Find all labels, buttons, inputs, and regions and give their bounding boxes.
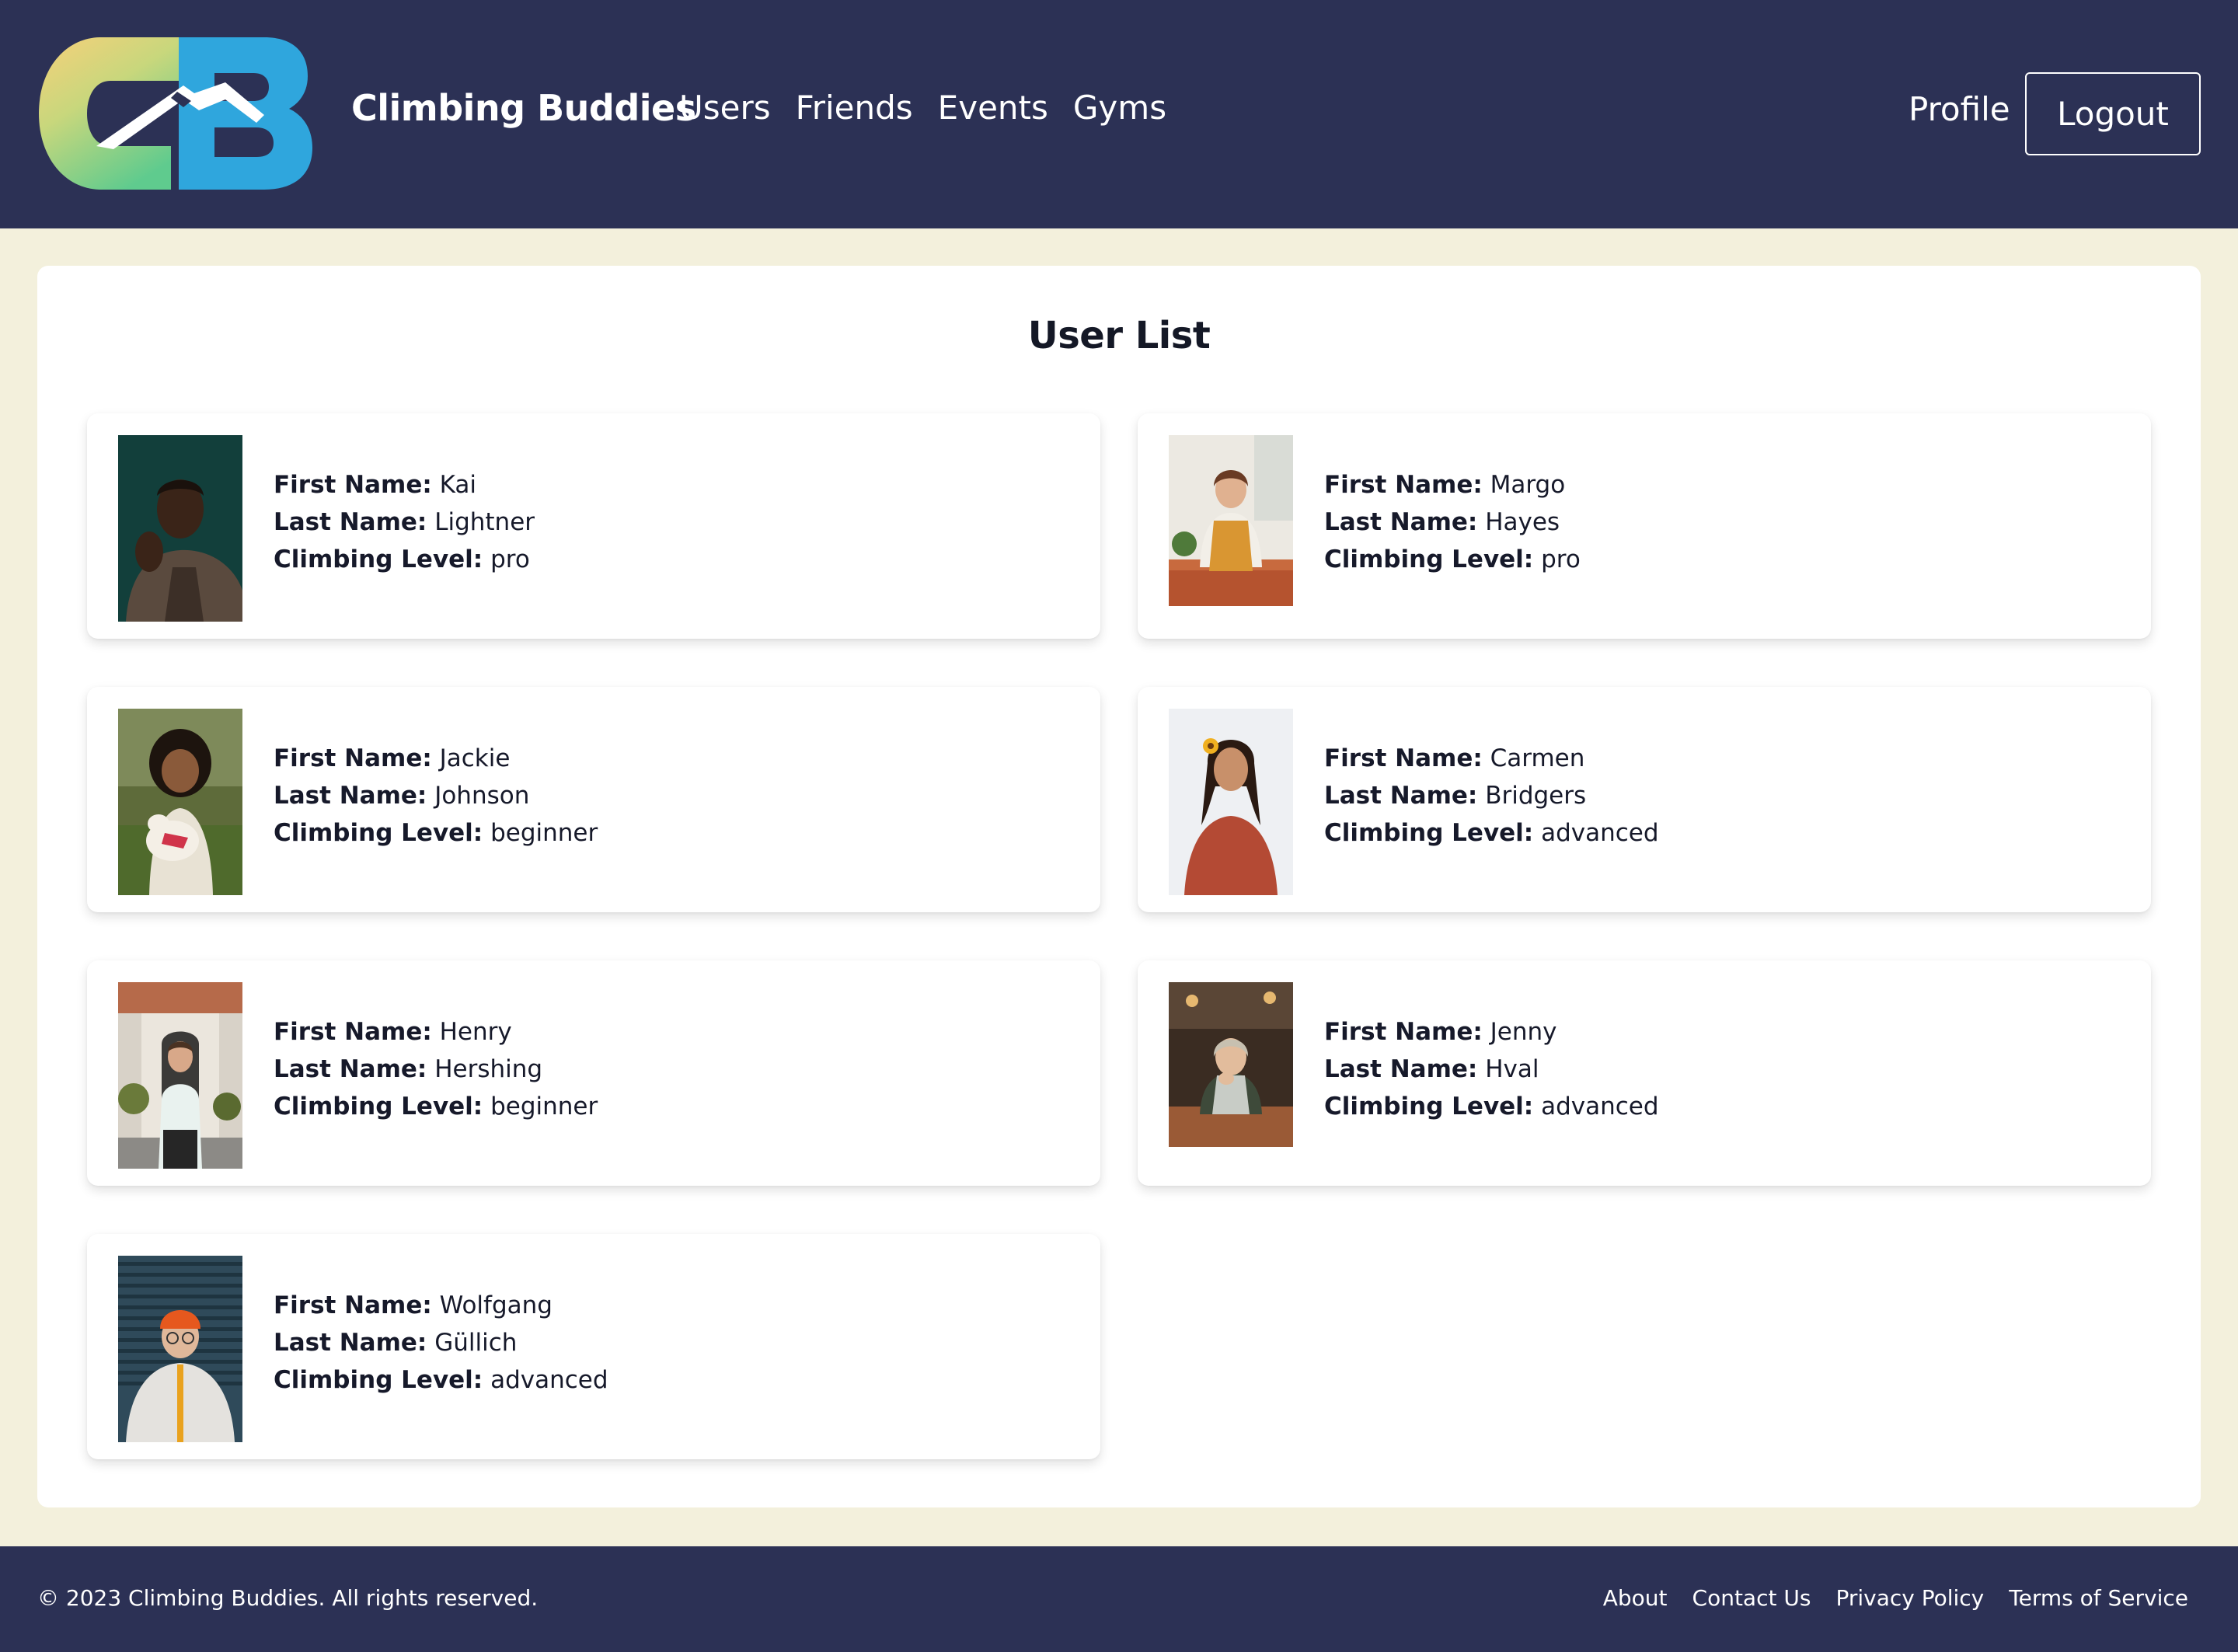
last-name-label: Last Name: (274, 508, 427, 536)
footer-link-terms[interactable]: Terms of Service (2009, 1585, 2188, 1611)
first-name-label: First Name: (274, 471, 432, 499)
climbing-level-label: Climbing Level: (274, 1093, 483, 1121)
last-name-value: Lightner (434, 508, 535, 536)
user-info: First Name: Jenny Last Name: Hval Climbi… (1324, 1013, 1659, 1125)
climbing-level-value: pro (1541, 545, 1581, 573)
last-name-value: Johnson (434, 782, 530, 810)
footer: © 2023 Climbing Buddies. All rights rese… (0, 1546, 2238, 1652)
climbing-level-value: beginner (490, 1093, 598, 1121)
climbing-buddies-logo[interactable] (39, 37, 312, 190)
navbar: Climbing Buddies Users Friends Events Gy… (0, 0, 2238, 228)
user-list-panel: User List First Name: Kai Last Name: Lig… (37, 266, 2201, 1507)
profile-link[interactable]: Profile (1909, 90, 2010, 128)
first-name-label: First Name: (274, 744, 432, 772)
nav-gyms[interactable]: Gyms (1073, 89, 1166, 127)
climbing-level-label: Climbing Level: (1324, 819, 1534, 847)
user-photo (1169, 982, 1293, 1147)
user-photo (1169, 709, 1293, 895)
climbing-level-value: advanced (490, 1366, 608, 1394)
user-card[interactable]: First Name: Wolfgang Last Name: Güllich … (87, 1234, 1100, 1459)
last-name-label: Last Name: (1324, 508, 1478, 536)
user-info: First Name: Jackie Last Name: Johnson Cl… (274, 740, 598, 852)
user-info: First Name: Margo Last Name: Hayes Climb… (1324, 466, 1581, 578)
user-card[interactable]: First Name: Henry Last Name: Hershing Cl… (87, 960, 1100, 1186)
climbing-level-value: beginner (490, 819, 598, 847)
last-name-value: Bridgers (1485, 782, 1587, 810)
logout-button[interactable]: Logout (2025, 72, 2201, 155)
climbing-level-label: Climbing Level: (274, 1366, 483, 1394)
climbing-level-label: Climbing Level: (1324, 545, 1534, 573)
climbing-level-label: Climbing Level: (1324, 1093, 1534, 1121)
first-name-label: First Name: (1324, 471, 1483, 499)
user-photo (118, 1256, 242, 1442)
nav-friends[interactable]: Friends (796, 89, 913, 127)
user-card[interactable]: First Name: Kai Last Name: Lightner Clim… (87, 413, 1100, 639)
last-name-value: Hayes (1485, 508, 1560, 536)
first-name-value: Wolfgang (439, 1291, 553, 1319)
user-card[interactable]: First Name: Margo Last Name: Hayes Climb… (1138, 413, 2151, 639)
last-name-label: Last Name: (274, 1329, 427, 1357)
footer-links: About Contact Us Privacy Policy Terms of… (1603, 1585, 2188, 1611)
last-name-value: Hershing (434, 1055, 543, 1083)
last-name-value: Güllich (434, 1329, 518, 1357)
user-card[interactable]: First Name: Jackie Last Name: Johnson Cl… (87, 687, 1100, 912)
user-info: First Name: Kai Last Name: Lightner Clim… (274, 466, 535, 578)
last-name-label: Last Name: (274, 782, 427, 810)
last-name-value: Hval (1485, 1055, 1539, 1083)
user-info: First Name: Henry Last Name: Hershing Cl… (274, 1013, 598, 1125)
last-name-label: Last Name: (274, 1055, 427, 1083)
first-name-label: First Name: (1324, 1018, 1483, 1046)
first-name-value: Jenny (1490, 1018, 1557, 1046)
page-title: User List (1027, 314, 1211, 357)
brand-name[interactable]: Climbing Buddies (351, 87, 696, 129)
footer-link-privacy[interactable]: Privacy Policy (1835, 1585, 1984, 1611)
user-photo (118, 435, 242, 622)
first-name-value: Jackie (439, 744, 511, 772)
nav-events[interactable]: Events (938, 89, 1048, 127)
user-photo (1169, 435, 1293, 606)
last-name-label: Last Name: (1324, 782, 1478, 810)
main-nav: Users Friends Events Gyms (679, 89, 1166, 127)
user-info: First Name: Carmen Last Name: Bridgers C… (1324, 740, 1659, 852)
first-name-value: Kai (439, 471, 477, 499)
climbing-level-value: pro (490, 545, 530, 573)
climbing-level-value: advanced (1541, 819, 1659, 847)
climbing-level-label: Climbing Level: (274, 819, 483, 847)
last-name-label: Last Name: (1324, 1055, 1478, 1083)
first-name-label: First Name: (1324, 744, 1483, 772)
user-card[interactable]: First Name: Jenny Last Name: Hval Climbi… (1138, 960, 2151, 1186)
user-photo (118, 982, 242, 1169)
user-photo (118, 709, 242, 895)
first-name-label: First Name: (274, 1018, 432, 1046)
copyright-text: © 2023 Climbing Buddies. All rights rese… (37, 1585, 539, 1611)
first-name-value: Margo (1490, 471, 1566, 499)
footer-link-about[interactable]: About (1603, 1585, 1668, 1611)
climbing-level-label: Climbing Level: (274, 545, 483, 573)
nav-users[interactable]: Users (679, 89, 771, 127)
first-name-value: Henry (439, 1018, 512, 1046)
first-name-label: First Name: (274, 1291, 432, 1319)
user-card[interactable]: First Name: Carmen Last Name: Bridgers C… (1138, 687, 2151, 912)
first-name-value: Carmen (1490, 744, 1585, 772)
footer-link-contact[interactable]: Contact Us (1692, 1585, 1811, 1611)
user-info: First Name: Wolfgang Last Name: Güllich … (274, 1287, 608, 1399)
climbing-level-value: advanced (1541, 1093, 1659, 1121)
